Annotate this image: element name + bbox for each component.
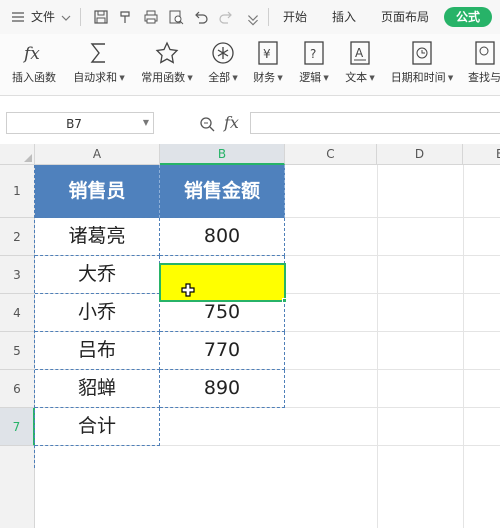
svg-text:¥: ¥ (263, 47, 271, 61)
row-header-5[interactable]: 5 (0, 332, 35, 370)
zoom-search-icon[interactable] (199, 116, 215, 132)
save-icon[interactable] (93, 9, 109, 25)
dropdown-arrow-icon: ▼ (117, 74, 125, 82)
column-header-c[interactable]: C (285, 144, 377, 165)
autosum-button[interactable]: 自动求和 ▼ (66, 38, 132, 92)
all-functions-button[interactable]: 全部 ▼ (202, 38, 244, 92)
cell-a5[interactable]: 吕布 (35, 332, 160, 370)
row-header-7[interactable]: 7 (0, 408, 35, 446)
cell-b2[interactable]: 800 (160, 218, 285, 256)
dropdown-arrow-icon: ▼ (185, 74, 193, 82)
clock-icon (409, 40, 435, 66)
row-header-empty (0, 446, 35, 528)
financial-label: 财务 (253, 71, 276, 84)
svg-text:fx: fx (22, 44, 40, 64)
select-all-corner[interactable] (0, 144, 35, 165)
header-cell-amount[interactable]: 销售金额 (160, 165, 285, 218)
name-box-value: B7 (66, 117, 82, 131)
row-header-2[interactable]: 2 (0, 218, 35, 256)
lookup-button[interactable]: 查找与 (464, 38, 500, 92)
svg-text:A: A (355, 46, 364, 60)
all-functions-label: 全部 (208, 71, 231, 84)
row-header-1[interactable]: 1 (0, 165, 35, 218)
dropdown-arrow-icon: ▼ (321, 74, 329, 82)
financial-button[interactable]: ¥ 财务 ▼ (246, 38, 290, 92)
lookup-label: 查找与 (468, 71, 500, 84)
divider (268, 8, 269, 26)
lookup-icon (474, 40, 500, 66)
dropdown-arrow-icon: ▼ (445, 74, 454, 82)
fx-icon[interactable]: fx (224, 113, 239, 132)
redo-icon[interactable] (218, 9, 234, 25)
chevron-down-icon[interactable]: ▼ (143, 118, 149, 127)
dropdown-arrow-icon: ▼ (367, 74, 375, 82)
fill-handle[interactable] (282, 298, 287, 303)
cell-a6[interactable]: 貂蝉 (35, 370, 160, 408)
common-functions-button[interactable]: 常用函数 ▼ (134, 38, 200, 92)
active-cell-b7[interactable] (159, 263, 286, 302)
insert-function-label: 插入函数 (12, 71, 56, 84)
cell-a4[interactable]: 小乔 (35, 294, 160, 332)
cell-a2[interactable]: 诸葛亮 (35, 218, 160, 256)
ribbon-toolbar: fx 插入函数 自动求和 ▼ 常用函数 ▼ 全部 ▼ ¥ 财务 ▼ ? 逻辑 ▼ (0, 34, 500, 96)
tab-home[interactable]: 开始 (283, 10, 307, 24)
dropdown-arrow-icon: ▼ (230, 74, 238, 82)
fx-icon: fx (21, 40, 47, 66)
chevron-down-icon[interactable] (58, 10, 71, 26)
column-header-a[interactable]: A (35, 144, 160, 165)
logical-label: 逻辑 (299, 71, 322, 84)
gridline (463, 165, 464, 528)
formula-input[interactable] (250, 112, 500, 134)
print-icon[interactable] (143, 9, 159, 25)
cell-a7[interactable]: 合计 (35, 408, 160, 446)
text-functions-button[interactable]: A 文本 ▼ (338, 38, 382, 92)
insert-function-button[interactable]: fx 插入函数 (4, 38, 64, 92)
tab-page-layout[interactable]: 页面布局 (381, 10, 429, 24)
row-header-3[interactable]: 3 (0, 256, 35, 294)
column-header-b[interactable]: B (160, 144, 285, 165)
cell-b6[interactable]: 890 (160, 370, 285, 408)
corner-triangle-icon (24, 154, 32, 162)
print-preview-icon[interactable] (168, 9, 184, 25)
sigma-icon (86, 40, 112, 66)
menu-bar: 文件 开始 插入 页面布局 公式 (0, 0, 500, 34)
gridline (377, 165, 378, 528)
date-time-label: 日期和时间 (390, 71, 446, 84)
star-icon (154, 40, 180, 66)
row-header-4[interactable]: 4 (0, 294, 35, 332)
header-cell-salesperson[interactable]: 销售员 (35, 165, 160, 218)
svg-text:?: ? (310, 47, 316, 61)
divider (80, 8, 81, 26)
tab-formulas[interactable]: 公式 (444, 7, 492, 27)
yen-icon: ¥ (255, 40, 281, 66)
question-icon: ? (301, 40, 327, 66)
cell-b5[interactable]: 770 (160, 332, 285, 370)
text-a-icon: A (347, 40, 373, 66)
spreadsheet-grid: A B C D E 1 2 3 4 5 6 7 销售员 销售金额 诸葛亮 800… (0, 144, 500, 528)
cell-a3[interactable]: 大乔 (35, 256, 160, 294)
hamburger-menu-icon[interactable] (10, 9, 26, 25)
file-menu[interactable]: 文件 (31, 10, 55, 24)
column-header-d[interactable]: D (377, 144, 463, 165)
cell-select-cursor-icon (181, 282, 195, 297)
row-header-6[interactable]: 6 (0, 370, 35, 408)
undo-icon[interactable] (193, 9, 209, 25)
autosum-label: 自动求和 (73, 71, 118, 84)
quick-access-more-icon[interactable] (245, 11, 258, 27)
common-functions-label: 常用函数 (141, 71, 186, 84)
column-header-e[interactable]: E (463, 144, 500, 165)
dropdown-arrow-icon: ▼ (275, 74, 283, 82)
format-painter-icon[interactable] (118, 9, 134, 25)
logical-button[interactable]: ? 逻辑 ▼ (292, 38, 336, 92)
asterisk-icon (210, 40, 236, 66)
date-time-button[interactable]: 日期和时间 ▼ (384, 38, 460, 92)
tab-insert[interactable]: 插入 (332, 10, 356, 24)
text-functions-label: 文本 (345, 71, 368, 84)
name-box[interactable]: B7 ▼ (6, 112, 154, 134)
